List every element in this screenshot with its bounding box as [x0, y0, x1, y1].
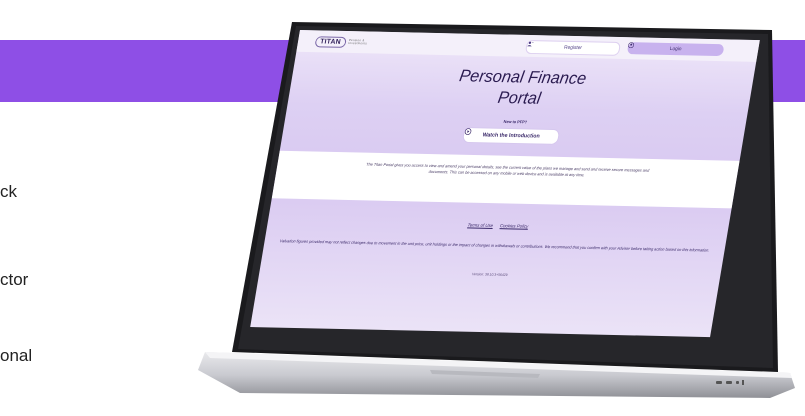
- laptop-mockup: TITAN Pension & Investments Register Log…: [0, 0, 805, 416]
- play-circle-icon: [464, 128, 472, 135]
- description-panel: [271, 150, 740, 209]
- page-title: Personal Finance Portal: [288, 62, 755, 114]
- login-label: Login: [669, 46, 682, 53]
- logo-subtitle: Pension & Investments: [348, 37, 368, 46]
- watch-label: Watch the Introduction: [481, 132, 541, 140]
- watch-introduction-button[interactable]: Watch the Introduction: [461, 127, 561, 145]
- register-label: Register: [563, 44, 583, 52]
- terms-link[interactable]: Terms of Use: [467, 222, 493, 228]
- valuation-disclaimer: Valuation figures provided may not refle…: [279, 238, 710, 253]
- login-button[interactable]: Login: [626, 42, 725, 57]
- version-text: Version: 38.10.3+56429: [471, 272, 508, 277]
- user-plus-icon: [527, 41, 534, 47]
- portal-screen: TITAN Pension & Investments Register Log…: [250, 30, 760, 338]
- logo-mark: TITAN: [314, 35, 347, 48]
- user-circle-icon: [628, 42, 635, 49]
- titan-logo[interactable]: TITAN Pension & Investments: [314, 35, 368, 48]
- new-to-text: New to PFP?: [503, 118, 528, 125]
- footer-links: Terms of Use Cookies Policy: [268, 218, 729, 233]
- register-button[interactable]: Register: [524, 39, 622, 56]
- cookies-link[interactable]: Cookies Policy: [500, 223, 529, 229]
